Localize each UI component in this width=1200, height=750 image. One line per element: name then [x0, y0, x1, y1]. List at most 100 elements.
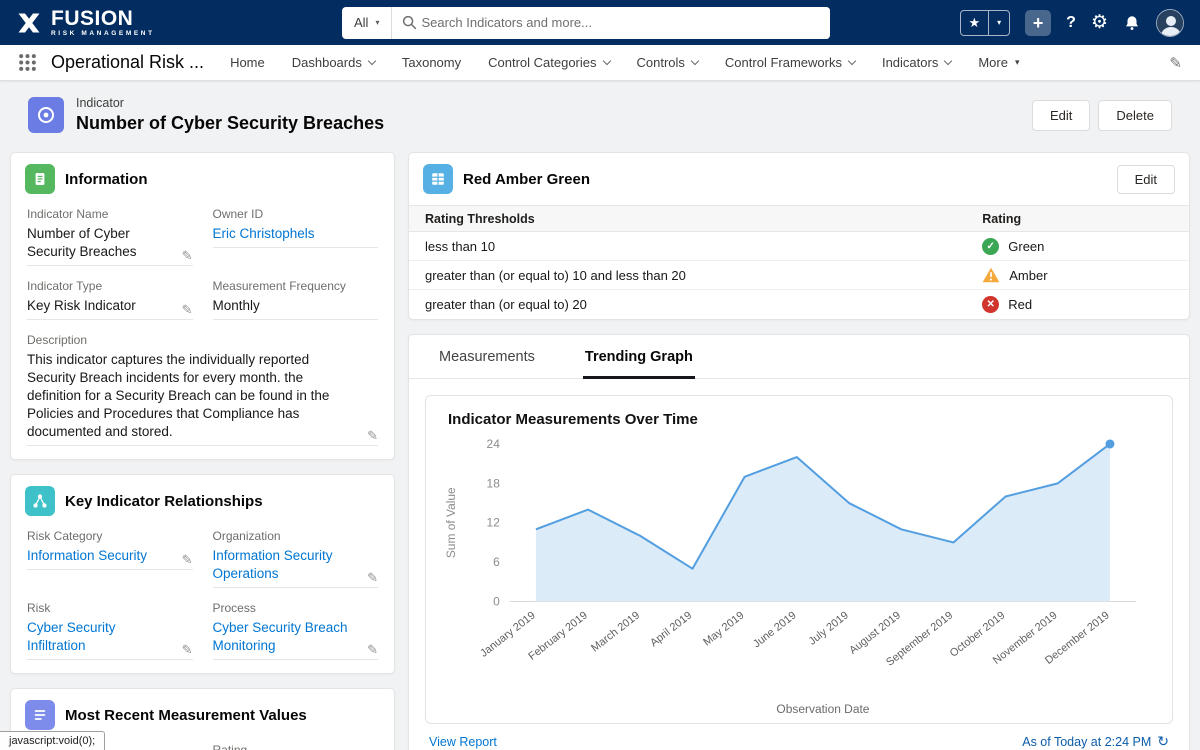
refresh-icon[interactable]: ↻: [1157, 733, 1169, 750]
information-card: Information Indicator Name Number of Cyb…: [10, 152, 395, 460]
edit-pencil-icon[interactable]: ✎: [182, 303, 193, 316]
edit-pencil-icon[interactable]: ✎: [182, 249, 193, 262]
rating-cell: ✓ Green: [982, 238, 1173, 255]
search-input[interactable]: [421, 7, 830, 39]
svg-text:0: 0: [493, 595, 500, 609]
tab-controls[interactable]: Controls: [637, 45, 698, 81]
threshold-cell: greater than (or equal to) 20: [425, 297, 982, 312]
field-value: Monthly: [213, 297, 379, 320]
measurements-tabbar: Measurements Trending Graph: [409, 335, 1189, 379]
tab-measurements[interactable]: Measurements: [437, 335, 537, 378]
brand-name: FUSION: [51, 9, 155, 29]
column-header-rating: Rating: [982, 212, 1173, 226]
edit-pencil-icon[interactable]: ✎: [182, 643, 193, 656]
edit-navigation-pencil-icon[interactable]: ✎: [1169, 54, 1182, 72]
search-scope-dropdown[interactable]: All ▾: [342, 7, 392, 39]
tab-more[interactable]: More ▾: [978, 45, 1019, 81]
view-report-link[interactable]: View Report: [429, 735, 497, 749]
brand-subtitle: RISK MANAGEMENT: [51, 30, 155, 37]
edit-pencil-icon[interactable]: ✎: [182, 553, 193, 566]
field-indicator-name: Indicator Name Number of Cyber Security …: [27, 207, 193, 266]
fusion-logo-icon: [16, 11, 42, 35]
tab-taxonomy[interactable]: Taxonomy: [402, 45, 461, 81]
field-organization: Organization Information Security Operat…: [213, 529, 379, 588]
right-column: Red Amber Green Edit Rating Thresholds R…: [408, 152, 1190, 750]
edit-pencil-icon[interactable]: ✎: [367, 643, 378, 656]
svg-text:July 2019: July 2019: [807, 609, 851, 647]
field-label: Risk Category: [27, 529, 193, 543]
tab-indicators[interactable]: Indicators: [882, 45, 951, 81]
field-value: This indicator captures the individually…: [27, 351, 378, 446]
tab-label: Control Categories: [488, 55, 596, 70]
chevron-down-icon: [848, 56, 856, 64]
risk-link[interactable]: Cyber Security Infiltration: [27, 620, 116, 653]
svg-text:12: 12: [487, 516, 501, 530]
relationship-fields: Risk Category Information Security ✎ Org…: [11, 527, 394, 673]
indicator-record-icon: [28, 97, 64, 133]
warning-triangle-icon: [982, 267, 1000, 283]
tab-trending-graph[interactable]: Trending Graph: [583, 335, 695, 379]
field-label: Indicator Name: [27, 207, 193, 221]
chart-panel: Indicator Measurements Over Time 0612182…: [425, 395, 1173, 724]
add-icon[interactable]: +: [1025, 10, 1051, 36]
favorite-star-icon[interactable]: ★: [961, 11, 989, 35]
rating-label: Amber: [1009, 268, 1047, 283]
avatar[interactable]: [1156, 9, 1184, 37]
svg-text:24: 24: [487, 437, 501, 451]
global-header: FUSION RISK MANAGEMENT All ▾ ★ ▾ + ? ⚙: [0, 0, 1200, 45]
red-amber-green-card: Red Amber Green Edit Rating Thresholds R…: [408, 152, 1190, 320]
nav-tabs: Home Dashboards Taxonomy Control Categor…: [230, 45, 1019, 81]
edit-button[interactable]: Edit: [1032, 100, 1090, 131]
table-row: greater than (or equal to) 20 ✕ Red: [409, 290, 1189, 319]
field-label: Rating: [213, 743, 379, 750]
tab-control-categories[interactable]: Control Categories: [488, 45, 609, 81]
field-value: Information Security ✎: [27, 547, 193, 570]
delete-button[interactable]: Delete: [1098, 100, 1172, 131]
app-name: Operational Risk ...: [51, 52, 204, 73]
tab-home[interactable]: Home: [230, 45, 265, 81]
search-icon: [402, 15, 417, 30]
rating-label: Red: [1008, 297, 1032, 312]
field-label: Organization: [213, 529, 379, 543]
left-column: Information Indicator Name Number of Cyb…: [10, 152, 395, 750]
edit-pencil-icon[interactable]: ✎: [367, 429, 378, 442]
caret-down-icon: ▾: [1015, 57, 1020, 68]
tab-control-frameworks[interactable]: Control Frameworks: [725, 45, 855, 81]
field-process: Process Cyber Security Breach Monitoring…: [213, 601, 379, 660]
process-link[interactable]: Cyber Security Breach Monitoring: [213, 620, 348, 653]
information-fields: Indicator Name Number of Cyber Security …: [11, 205, 394, 459]
threshold-cell: greater than (or equal to) 10 and less t…: [425, 268, 982, 283]
chevron-down-icon: ▾: [375, 18, 379, 27]
card-title: Red Amber Green: [463, 171, 590, 188]
app-launcher-waffle-icon[interactable]: [18, 53, 37, 72]
rag-edit-button[interactable]: Edit: [1117, 165, 1175, 194]
measurements-line-chart[interactable]: 06121824January 2019February 2019March 2…: [440, 432, 1158, 721]
tab-label: Home: [230, 55, 265, 70]
error-cross-icon: ✕: [982, 296, 999, 313]
field-label: Measurement Frequency: [213, 279, 379, 293]
gear-icon[interactable]: ⚙: [1091, 11, 1108, 34]
measurements-card: Measurements Trending Graph Indicator Me…: [408, 334, 1190, 750]
owner-link[interactable]: Eric Christophels: [213, 226, 315, 241]
rating-cell: ✕ Red: [982, 296, 1173, 313]
svg-text:May 2019: May 2019: [701, 609, 746, 648]
field-rating: Rating: [213, 743, 379, 750]
field-label: Risk: [27, 601, 193, 615]
help-icon[interactable]: ?: [1066, 14, 1076, 32]
tab-dashboards[interactable]: Dashboards: [292, 45, 375, 81]
risk-category-link[interactable]: Information Security: [27, 548, 147, 563]
edit-pencil-icon[interactable]: ✎: [367, 571, 378, 584]
rag-table-header: Rating Thresholds Rating: [409, 205, 1189, 232]
tab-label: More: [978, 55, 1008, 70]
organization-link[interactable]: Information Security Operations: [213, 548, 333, 581]
favorites-menu-button[interactable]: ▾: [988, 11, 1009, 35]
fusion-logo[interactable]: FUSION RISK MANAGEMENT: [16, 9, 316, 37]
field-value: Eric Christophels: [213, 225, 379, 248]
record-header: Indicator Number of Cyber Security Breac…: [0, 81, 1200, 152]
field-value-text: This indicator captures the individually…: [27, 352, 329, 439]
notifications-bell-icon[interactable]: [1123, 14, 1141, 32]
key-indicator-relationships-card: Key Indicator Relationships Risk Categor…: [10, 474, 395, 674]
card-title: Most Recent Measurement Values: [65, 707, 307, 724]
field-label: Owner ID: [213, 207, 379, 221]
svg-text:6: 6: [493, 555, 500, 569]
